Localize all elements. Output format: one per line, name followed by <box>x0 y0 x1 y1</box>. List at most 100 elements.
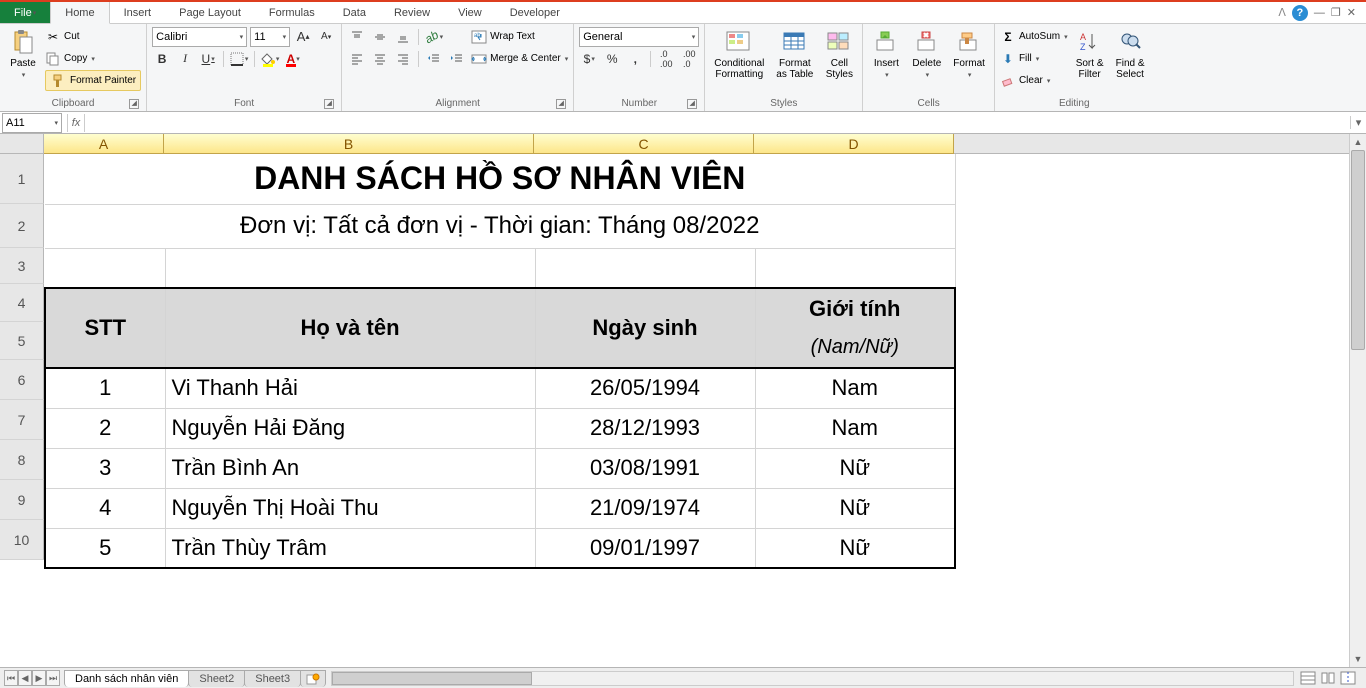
tab-view[interactable]: View <box>444 2 496 23</box>
cell-subtitle[interactable]: Đơn vị: Tất cả đơn vị - Thời gian: Tháng… <box>45 204 955 248</box>
percent-format-button[interactable]: % <box>602 49 622 69</box>
merge-center-button[interactable]: Merge & Center▾ <box>471 48 568 69</box>
alignment-launcher[interactable]: ◢ <box>556 99 566 109</box>
tab-insert[interactable]: Insert <box>110 2 166 23</box>
conditional-formatting-button[interactable]: Conditional Formatting <box>710 26 768 82</box>
cell-gender[interactable]: Nữ <box>755 528 955 568</box>
col-header-c[interactable]: C <box>534 134 754 154</box>
scroll-thumb[interactable] <box>1351 150 1365 350</box>
autosum-button[interactable]: ΣAutoSum▾ <box>1000 26 1068 47</box>
delete-cells-button[interactable]: Delete▾ <box>908 26 945 83</box>
cell-gender[interactable]: Nam <box>755 408 955 448</box>
cell-grid[interactable]: DANH SÁCH HỒ SƠ NHÂN VIÊN Đơn vị: Tất cả… <box>44 154 1366 667</box>
fill-button[interactable]: ⬇Fill▾ <box>1000 48 1068 69</box>
wrap-text-button[interactable]: abWrap Text <box>471 26 568 47</box>
format-cells-button[interactable]: Format▾ <box>949 26 989 83</box>
fx-button[interactable]: fx <box>67 114 85 132</box>
cell-dob[interactable]: 09/01/1997 <box>535 528 755 568</box>
window-minimize-icon[interactable]: — <box>1314 7 1325 19</box>
window-close-icon[interactable]: ✕ <box>1347 6 1356 19</box>
tab-page-layout[interactable]: Page Layout <box>165 2 255 23</box>
row-header-9[interactable]: 9 <box>0 480 44 520</box>
italic-button[interactable]: I <box>175 49 195 69</box>
hdr-gender-sub[interactable]: (Nam/Nữ) <box>755 328 955 368</box>
sheet-nav-first[interactable]: ⏮ <box>4 670 18 686</box>
tab-review[interactable]: Review <box>380 2 444 23</box>
align-left-button[interactable] <box>347 49 367 69</box>
cell-gender[interactable]: Nữ <box>755 488 955 528</box>
hdr-name[interactable]: Họ và tên <box>165 288 535 368</box>
row-header-5[interactable]: 5 <box>0 322 44 360</box>
align-center-button[interactable] <box>370 49 390 69</box>
format-painter-button[interactable]: Format Painter <box>45 70 141 91</box>
cell-gender[interactable]: Nữ <box>755 448 955 488</box>
new-sheet-button[interactable] <box>300 670 326 687</box>
comma-format-button[interactable]: , <box>625 49 645 69</box>
cell-stt[interactable]: 3 <box>45 448 165 488</box>
cut-button[interactable]: ✂Cut <box>45 26 141 47</box>
find-select-button[interactable]: Find & Select <box>1112 26 1149 82</box>
sheet-tab-3[interactable]: Sheet3 <box>244 670 301 687</box>
sheet-nav-last[interactable]: ⏭ <box>46 670 60 686</box>
cell-name[interactable]: Trần Thùy Trâm <box>165 528 535 568</box>
sort-filter-button[interactable]: AZ Sort & Filter <box>1072 26 1108 82</box>
vertical-scrollbar[interactable]: ▲ ▼ <box>1349 134 1366 667</box>
font-size-selector[interactable]: 11▾ <box>250 27 290 47</box>
insert-cells-button[interactable]: Insert▾ <box>868 26 904 83</box>
cell-name[interactable]: Trần Bình An <box>165 448 535 488</box>
cell-name[interactable]: Nguyễn Hải Đăng <box>165 408 535 448</box>
decrease-font-button[interactable]: A▾ <box>316 27 336 47</box>
tab-home[interactable]: Home <box>50 2 109 24</box>
cell-name[interactable]: Nguyễn Thị Hoài Thu <box>165 488 535 528</box>
orientation-button[interactable]: ab▾ <box>424 27 444 47</box>
help-icon[interactable]: ? <box>1292 5 1308 21</box>
format-as-table-button[interactable]: Format as Table <box>772 26 817 82</box>
row-header-10[interactable]: 10 <box>0 520 44 560</box>
formula-input[interactable] <box>88 113 1350 133</box>
border-button[interactable]: ▾ <box>229 49 249 69</box>
col-headers-rest[interactable] <box>954 134 1366 154</box>
row-header-7[interactable]: 7 <box>0 400 44 440</box>
scroll-up-icon[interactable]: ▲ <box>1350 134 1366 150</box>
name-box[interactable]: A11▾ <box>2 113 62 133</box>
number-launcher[interactable]: ◢ <box>687 99 697 109</box>
row-header-2[interactable]: 2 <box>0 204 44 248</box>
clear-button[interactable]: Clear▾ <box>1000 70 1068 91</box>
copy-button[interactable]: Copy▾ <box>45 48 141 69</box>
cell-stt[interactable]: 1 <box>45 368 165 408</box>
cell-dob[interactable]: 03/08/1991 <box>535 448 755 488</box>
select-all-corner[interactable] <box>0 134 44 154</box>
tab-data[interactable]: Data <box>329 2 380 23</box>
cell-name[interactable]: Vi Thanh Hải <box>165 368 535 408</box>
view-pagebreak-icon[interactable] <box>1340 671 1356 685</box>
sheet-tab-2[interactable]: Sheet2 <box>188 670 245 687</box>
row-header-1[interactable]: 1 <box>0 154 44 204</box>
hdr-dob[interactable]: Ngày sinh <box>535 288 755 368</box>
increase-font-button[interactable]: A▴ <box>293 27 313 47</box>
sheet-nav-prev[interactable]: ◀ <box>18 670 32 686</box>
cell-styles-button[interactable]: Cell Styles <box>821 26 857 82</box>
hdr-gender[interactable]: Giới tính <box>755 288 955 328</box>
horizontal-scrollbar[interactable] <box>331 671 1294 686</box>
cell-gender[interactable]: Nam <box>755 368 955 408</box>
underline-button[interactable]: U▾ <box>198 49 218 69</box>
decrease-decimal-button[interactable]: .00.0 <box>679 49 699 69</box>
sheet-tab-active[interactable]: Danh sách nhân viên <box>64 670 189 687</box>
tab-developer[interactable]: Developer <box>496 2 574 23</box>
sheet-nav-next[interactable]: ▶ <box>32 670 46 686</box>
cell-dob[interactable]: 26/05/1994 <box>535 368 755 408</box>
align-right-button[interactable] <box>393 49 413 69</box>
row-header-4[interactable]: 4 <box>0 284 44 322</box>
row-header-3[interactable]: 3 <box>0 248 44 284</box>
accounting-format-button[interactable]: $▾ <box>579 49 599 69</box>
col-header-a[interactable]: A <box>44 134 164 154</box>
view-normal-icon[interactable] <box>1300 671 1316 685</box>
increase-indent-button[interactable] <box>447 49 467 69</box>
scroll-down-icon[interactable]: ▼ <box>1350 651 1366 667</box>
align-bottom-button[interactable] <box>393 27 413 47</box>
font-color-button[interactable]: A▾ <box>283 49 303 69</box>
hdr-stt[interactable]: STT <box>45 288 165 368</box>
tab-formulas[interactable]: Formulas <box>255 2 329 23</box>
cell-dob[interactable]: 21/09/1974 <box>535 488 755 528</box>
cell-dob[interactable]: 28/12/1993 <box>535 408 755 448</box>
